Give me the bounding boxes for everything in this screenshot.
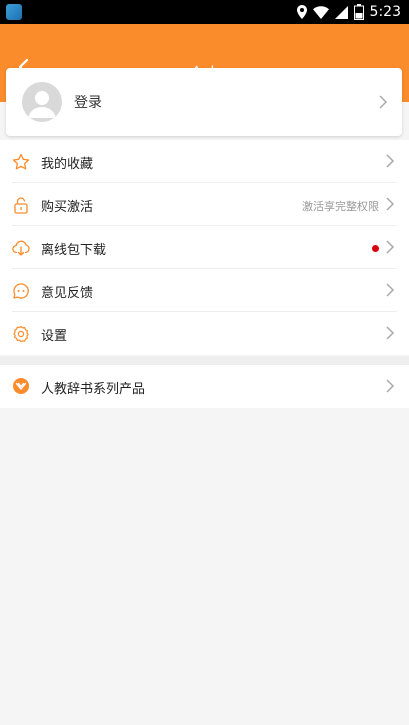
chevron-right-icon [386,326,395,340]
menu-item-favorites[interactable]: 我的收藏 [0,140,409,183]
menu-item-offline-download[interactable]: 离线包下载 [0,226,409,269]
menu-item-label: 购买激活 [41,200,94,215]
chevron-right-icon [379,95,388,109]
login-card[interactable]: 登录 [6,68,402,136]
chevron-right-icon [386,283,395,297]
product-logo-icon [13,378,29,394]
avatar[interactable] [22,82,62,122]
menu-item-purchase-activate[interactable]: 购买激活 激活享完整权限 [0,183,409,226]
menu-item-product-series[interactable]: 人教辞书系列产品 [0,365,409,408]
menu-item-label: 离线包下载 [41,243,107,258]
chevron-right-icon [386,240,395,254]
menu-item-label: 设置 [41,329,68,344]
app-notification-icon [6,4,22,20]
menu-item-feedback[interactable]: 意见反馈 [0,269,409,312]
status-time: 5:23 [369,4,401,20]
menu-item-settings[interactable]: 设置 [0,312,409,355]
star-icon [12,153,30,170]
new-badge-dot [372,245,379,252]
wifi-icon [312,5,329,19]
menu-item-label: 意见反馈 [41,286,94,301]
lock-icon [14,197,28,214]
menu-item-label: 人教辞书系列产品 [41,382,146,397]
location-icon [296,5,307,19]
download-icon [12,240,30,256]
chevron-right-icon [386,379,395,393]
avatar-placeholder-icon [28,91,56,118]
login-label: 登录 [74,95,102,111]
chevron-right-icon [386,154,395,168]
signal-icon [334,5,348,19]
menu-item-label: 我的收藏 [41,157,94,172]
settings-icon [13,325,29,343]
menu-list: 我的收藏 购买激活 激活享完整权限 离线包下载 意见反馈 设置 [0,140,409,355]
battery-icon [353,4,364,20]
status-bar: 8 5:23 [0,0,409,24]
chevron-right-icon [386,197,395,211]
activation-hint: 激活享完整权限 [302,200,379,213]
feedback-icon [13,283,29,299]
section-divider [0,356,409,365]
